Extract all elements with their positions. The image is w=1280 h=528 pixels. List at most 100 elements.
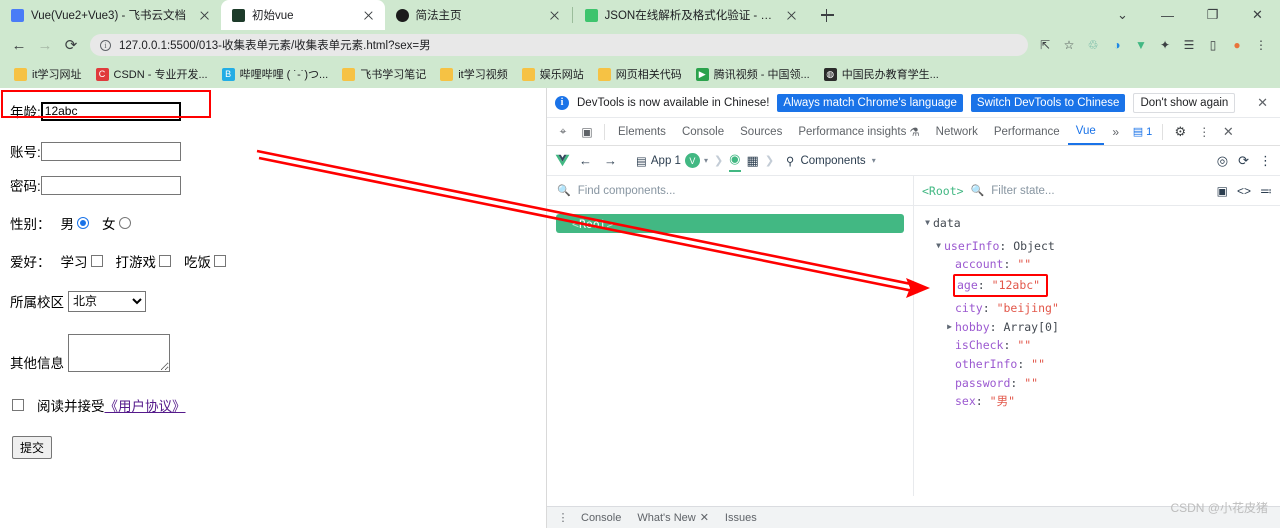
age-input[interactable]: [40, 101, 181, 121]
sex-male-radio[interactable]: [77, 217, 89, 229]
site-info-icon[interactable]: i: [100, 39, 111, 51]
tab-search-chevron-icon[interactable]: ⌄: [1100, 0, 1145, 30]
chevron-down-icon[interactable]: ▾: [872, 156, 876, 165]
drawer-tab-close-icon[interactable]: ✕: [700, 511, 709, 524]
devtools-tab-performance[interactable]: Performance: [986, 118, 1068, 145]
vue-forward-icon[interactable]: →: [601, 153, 620, 168]
state-node-password[interactable]: password: "": [922, 374, 1280, 393]
new-tab-button[interactable]: [814, 2, 840, 28]
back-icon[interactable]: ←: [6, 32, 32, 58]
inspect-element-icon[interactable]: ⌖: [551, 120, 575, 144]
target-icon[interactable]: ◎: [1217, 153, 1228, 169]
browser-tab-2[interactable]: 初始vue: [221, 0, 385, 30]
drawer-tab-console[interactable]: Console: [573, 512, 629, 524]
bookmark-item[interactable]: it学习网址: [8, 63, 88, 85]
minimize-icon[interactable]: —: [1145, 0, 1190, 30]
browser-tab-1[interactable]: Vue(Vue2+Vue3) - 飞书云文档: [0, 0, 221, 30]
chrome-menu-icon[interactable]: ⋮: [1250, 34, 1272, 56]
side-panel-icon[interactable]: ▯: [1202, 34, 1224, 56]
devtools-tab-sources[interactable]: Sources: [732, 118, 790, 145]
always-match-language-button[interactable]: Always match Chrome's language: [777, 93, 963, 112]
more-tabs-chevron-icon[interactable]: »: [1104, 120, 1128, 144]
hobby-game-checkbox[interactable]: [159, 255, 171, 267]
bookmark-star-icon[interactable]: ☆: [1058, 34, 1080, 56]
switch-to-chinese-button[interactable]: Switch DevTools to Chinese: [970, 93, 1126, 112]
bookmark-item[interactable]: C CSDN - 专业开发...: [90, 63, 214, 85]
vue-devtools-icon[interactable]: ▼: [1130, 34, 1152, 56]
message-count-badge[interactable]: ▤ 1: [1128, 123, 1158, 140]
opera-icon[interactable]: ◑: [1106, 34, 1128, 56]
state-node-isCheck[interactable]: isCheck: "": [922, 336, 1280, 355]
chevron-down-icon[interactable]: ▾: [704, 156, 708, 165]
triangle-down-icon[interactable]: ▼: [922, 214, 933, 233]
devtools-tab-vue[interactable]: Vue: [1067, 118, 1104, 145]
devtools-close-icon[interactable]: ✕: [1216, 120, 1240, 144]
state-node-age[interactable]: age: "12abc": [922, 274, 1280, 297]
refresh-icon[interactable]: ⟳: [1238, 153, 1249, 169]
tab-close-icon[interactable]: [784, 8, 799, 23]
devtools-tab-network[interactable]: Network: [928, 118, 986, 145]
device-toolbar-icon[interactable]: ▣: [575, 120, 599, 144]
reload-icon[interactable]: ⟳: [58, 32, 84, 58]
user-agreement-link[interactable]: 《用户协议》: [105, 395, 186, 415]
find-components-search[interactable]: 🔍 Find components...: [547, 176, 913, 206]
triangle-down-icon[interactable]: ▼: [933, 237, 944, 256]
bookmark-item[interactable]: 网页相关代码: [592, 63, 688, 85]
extensions-icon[interactable]: ✦: [1154, 34, 1176, 56]
filter-state-placeholder[interactable]: Filter state...: [991, 185, 1054, 197]
agree-checkbox[interactable]: [12, 399, 24, 411]
state-node-otherInfo[interactable]: otherInfo: "": [922, 355, 1280, 374]
collapse-all-icon[interactable]: ≕: [1260, 184, 1272, 198]
forward-icon[interactable]: →: [32, 32, 58, 58]
tab-close-icon[interactable]: [197, 8, 212, 23]
vue-back-icon[interactable]: ←: [576, 153, 595, 168]
bookmark-item[interactable]: 飞书学习笔记: [336, 63, 432, 85]
bookmark-item[interactable]: it学习视频: [434, 63, 514, 85]
state-node-hobby[interactable]: ▶ hobby: Array[0]: [922, 318, 1280, 337]
drawer-tab-whats-new[interactable]: What's New ✕: [629, 511, 717, 525]
devtools-tab-console[interactable]: Console: [674, 118, 732, 145]
hobby-study-checkbox[interactable]: [90, 255, 103, 267]
account-input[interactable]: [40, 141, 181, 161]
address-bar[interactable]: i 127.0.0.1:5500/013-收集表单元素/收集表单元素.html?…: [90, 34, 1028, 56]
devtools-kebab-icon[interactable]: ⋮: [1192, 120, 1216, 144]
settings-gear-icon[interactable]: ⚙: [1168, 120, 1192, 144]
code-icon[interactable]: <>: [1237, 184, 1251, 198]
inspector-tab-components[interactable]: ◉: [729, 151, 741, 172]
bookmark-item[interactable]: B 哔哩哔哩 ( ˙-˙)つ...: [216, 63, 335, 85]
browser-tab-3[interactable]: 简法主页: [385, 0, 571, 30]
bookmark-item[interactable]: ◍ 中国民办教育学生...: [818, 63, 945, 85]
devtools-tab-performance-insights[interactable]: Performance insights ⚗: [790, 118, 927, 145]
drawer-tab-issues[interactable]: Issues: [717, 512, 765, 524]
hobby-eat-checkbox[interactable]: [214, 255, 226, 267]
drawer-kebab-icon[interactable]: ⋮: [553, 511, 573, 524]
recycle-icon[interactable]: ♲: [1082, 34, 1104, 56]
notice-close-icon[interactable]: ✕: [1253, 95, 1272, 111]
password-input[interactable]: [40, 175, 181, 195]
browser-tab-4[interactable]: JSON在线解析及格式化验证 - JS: [574, 0, 808, 30]
reading-list-icon[interactable]: ☰: [1178, 34, 1200, 56]
submit-button[interactable]: 提交: [12, 436, 53, 459]
bookmark-item[interactable]: ▶ 腾讯视频 - 中国领...: [690, 63, 816, 85]
sex-female-radio[interactable]: [118, 217, 131, 229]
app-selector[interactable]: ▤ App 1 V ▾: [636, 153, 708, 168]
dont-show-again-button[interactable]: Don't show again: [1133, 92, 1236, 113]
state-node-sex[interactable]: sex: "男": [922, 392, 1280, 411]
state-node-account[interactable]: account: "": [922, 255, 1280, 274]
city-select[interactable]: 北京: [68, 290, 146, 312]
inspect-dom-icon[interactable]: ▣: [1217, 184, 1228, 198]
vue-kebab-icon[interactable]: ⋮: [1259, 153, 1272, 169]
bookmark-item[interactable]: 娱乐网站: [516, 63, 590, 85]
maximize-icon[interactable]: ❐: [1190, 0, 1235, 30]
other-textarea[interactable]: [68, 334, 170, 372]
state-group-data[interactable]: ▼ data: [922, 214, 1280, 233]
profile-avatar-icon[interactable]: ●: [1226, 34, 1248, 56]
tab-close-icon[interactable]: [361, 8, 376, 23]
triangle-right-icon[interactable]: ▶: [944, 318, 955, 337]
close-window-icon[interactable]: ✕: [1235, 0, 1280, 30]
component-tree-root-node[interactable]: < Root >: [556, 214, 904, 233]
inspector-tab-timeline[interactable]: ▦: [747, 153, 759, 169]
share-icon[interactable]: ⇱: [1034, 34, 1056, 56]
state-node-city[interactable]: city: "beijing": [922, 299, 1280, 318]
tab-close-icon[interactable]: [547, 8, 562, 23]
